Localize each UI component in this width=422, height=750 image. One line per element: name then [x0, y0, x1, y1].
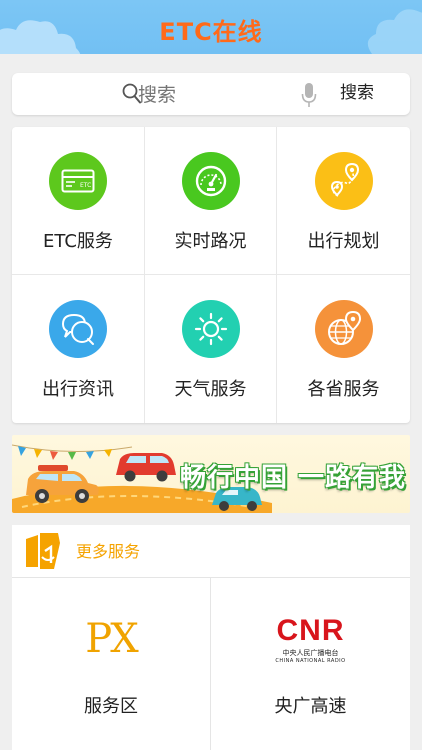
svg-text:ETC: ETC — [80, 182, 91, 189]
search-input[interactable] — [20, 78, 294, 112]
banner-slogan: 畅行中国 一路有我 — [180, 463, 407, 493]
service-label: 出行规划 — [307, 231, 380, 252]
px-logo: PX — [85, 616, 138, 662]
service-news[interactable]: 出行资讯 — [12, 275, 145, 423]
search-button[interactable]: 搜索 — [340, 81, 374, 105]
globe-pin-icon — [314, 300, 373, 358]
service-area-item[interactable]: PX 服务区 — [12, 578, 211, 750]
service-label: 央广高速 — [274, 696, 347, 717]
service-label: ETC服务 — [43, 231, 113, 252]
mic-icon[interactable] — [301, 82, 317, 108]
service-trip-plan[interactable]: 出行规划 — [277, 127, 410, 275]
cnr-highway-item[interactable]: CNR 中央人民广播电台 CHINA NATIONAL RADIO 央广高速 — [211, 578, 410, 750]
promo-banner[interactable]: 畅行中国 一路有我 — [12, 435, 410, 513]
page-title: ETC在线 — [159, 18, 263, 46]
service-label: 出行资讯 — [42, 379, 114, 400]
more-services-section: 更多服务 PX 服务区 CNR 中央人民广播电台 CHINA NATIONAL … — [12, 525, 410, 750]
service-provinces[interactable]: 各省服务 — [277, 275, 410, 423]
speedometer-icon — [181, 152, 240, 210]
service-label: 天气服务 — [174, 379, 247, 400]
service-weather[interactable]: 天气服务 — [145, 275, 277, 423]
route-pin-icon — [314, 152, 373, 210]
cnr-logo: CNR 中央人民广播电台 CHINA NATIONAL RADIO — [211, 616, 410, 665]
service-label: 各省服务 — [307, 379, 380, 400]
chat-bubbles-icon — [49, 300, 107, 358]
service-grid: ETC ETC服务 实时路况 出行规划 出行资讯 天气服务 各省服务 — [12, 127, 410, 423]
cnr-logo-text: CNR — [276, 614, 345, 647]
more-services-header: 更多服务 — [12, 525, 410, 578]
app-header: ETC在线 — [0, 0, 422, 54]
card-icon: ETC — [49, 152, 107, 210]
service-traffic[interactable]: 实时路况 — [145, 127, 277, 275]
service-label: 实时路况 — [174, 231, 247, 252]
sun-icon — [181, 300, 240, 358]
section-title: 更多服务 — [76, 542, 141, 561]
cnr-logo-cn: 中央人民广播电台 — [282, 649, 339, 657]
services-folder-icon — [26, 533, 60, 569]
cnr-logo-en: CHINA NATIONAL RADIO — [275, 658, 346, 664]
service-etc[interactable]: ETC ETC服务 — [12, 127, 145, 275]
search-icon — [122, 83, 141, 104]
service-label: 服务区 — [84, 696, 138, 717]
